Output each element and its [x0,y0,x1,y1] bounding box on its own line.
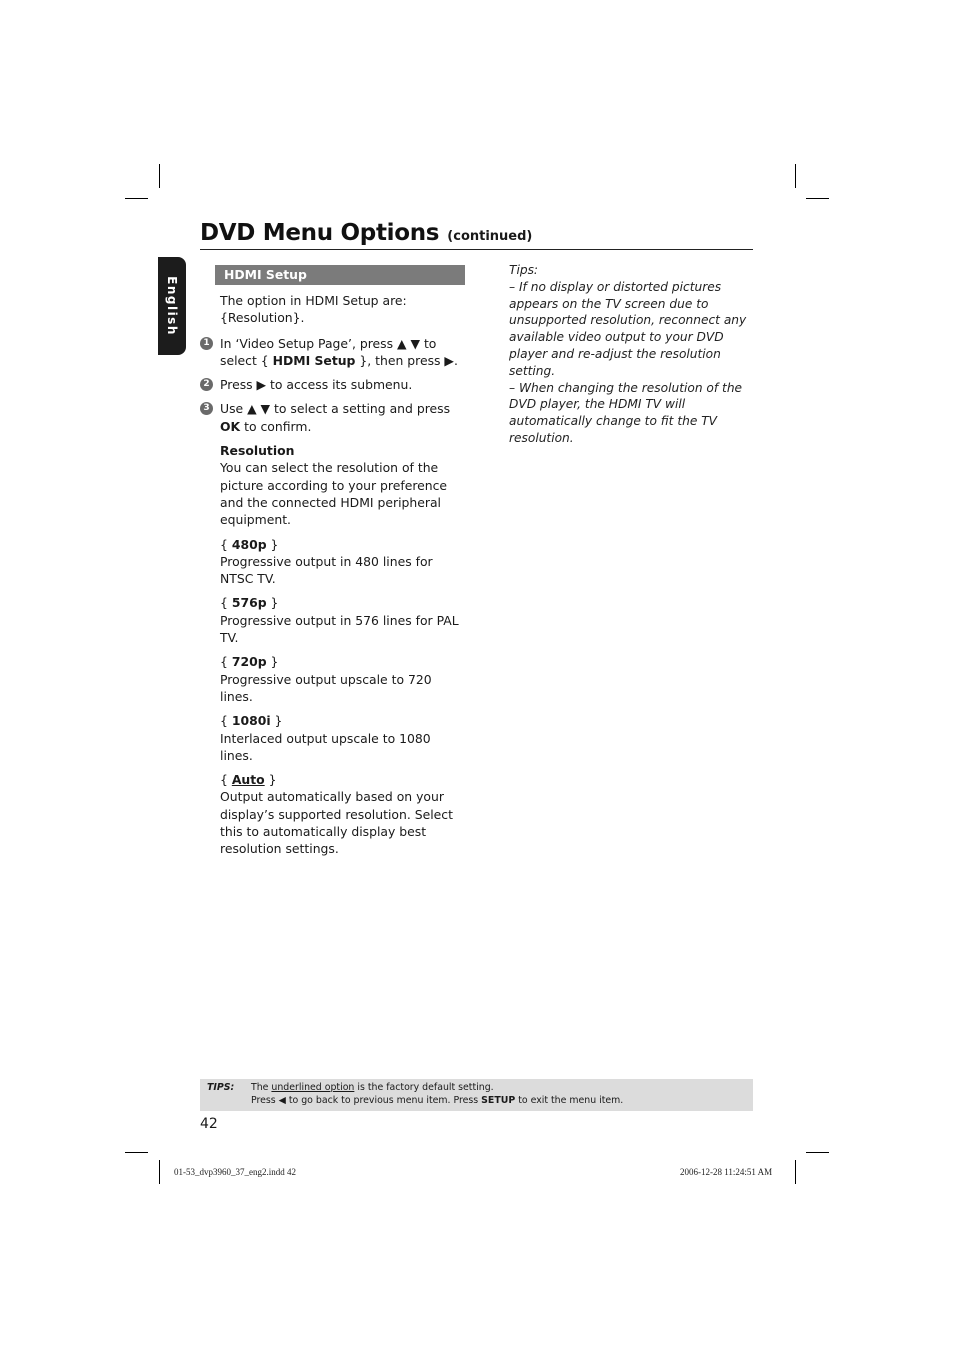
option-label-default: Auto [231,772,265,788]
option-auto: { Auto } Output automatically based on y… [220,771,466,857]
page-title-continued: (continued) [447,229,533,244]
footer-tips-label: TIPS: [207,1082,235,1093]
footer-tips-box: TIPS: The underlined option is the facto… [200,1079,753,1111]
option-label: 480p [231,536,267,552]
language-tab-label: English [165,276,179,336]
option-label: 576p [231,595,267,611]
footer-tips-text: The underlined option is the factory def… [251,1082,624,1106]
crop-mark [125,1152,148,1153]
step-number-icon: 3 [200,402,213,416]
option-description: Progressive output in 480 lines for NTSC… [220,553,433,587]
option-720p: { 720p } Progressive output upscale to 7… [220,653,466,705]
page-title-text: DVD Menu Options [200,220,440,246]
step-3: 3 Use ▲ ▼ to select a setting and press … [200,400,466,435]
option-label: 1080i [231,713,271,729]
option-480p: { 480p } Progressive output in 480 lines… [220,536,466,588]
tip-item: – When changing the resolution of the DV… [509,380,743,445]
option-description: Output automatically based on your displ… [220,789,453,857]
page-title: DVD Menu Options (continued) [200,220,753,250]
language-tab: English [158,257,186,355]
crop-mark [125,198,148,199]
option-1080i: { 1080i } Interlaced output upscale to 1… [220,712,466,764]
option-576p: { 576p } Progressive output in 576 lines… [220,594,466,646]
option-description: Interlaced output upscale to 1080 lines. [220,730,431,763]
step-number-icon: 1 [200,336,213,350]
step-2: 2 Press ▶ to access its submenu. [200,376,466,393]
slug-timestamp: 2006-12-28 11:24:51 AM [680,1167,773,1177]
intro-text: The option in HDMI Setup are: {Resolutio… [220,293,407,326]
option-label: 720p [231,654,267,670]
resolution-heading: Resolution [220,443,295,459]
crop-mark [795,1160,796,1184]
tips-heading: Tips: [509,263,539,277]
option-description: Progressive output upscale to 720 lines. [220,671,432,704]
page-number: 42 [200,1116,218,1132]
option-description: Progressive output in 576 lines for PAL … [220,612,459,646]
tip-item: – If no display or distorted pictures ap… [509,279,747,378]
crop-mark [806,198,829,199]
section-heading: HDMI Setup [215,265,465,285]
tips-column: Tips: – If no display or distorted pictu… [509,262,759,447]
left-column: HDMI Setup The option in HDMI Setup are:… [200,265,466,858]
crop-mark [795,164,796,188]
resolution-section: Resolution You can select the resolution… [220,442,466,528]
resolution-description: You can select the resolution of the pic… [220,460,448,528]
crop-mark [159,1160,160,1184]
crop-mark [806,1152,829,1153]
crop-mark [159,164,160,188]
step-1: 1 In ‘Video Setup Page’, press ▲ ▼ to se… [200,335,466,370]
slug-filename: 01-53_dvp3960_37_eng2.indd 42 [174,1167,296,1177]
step-number-icon: 2 [200,378,213,392]
